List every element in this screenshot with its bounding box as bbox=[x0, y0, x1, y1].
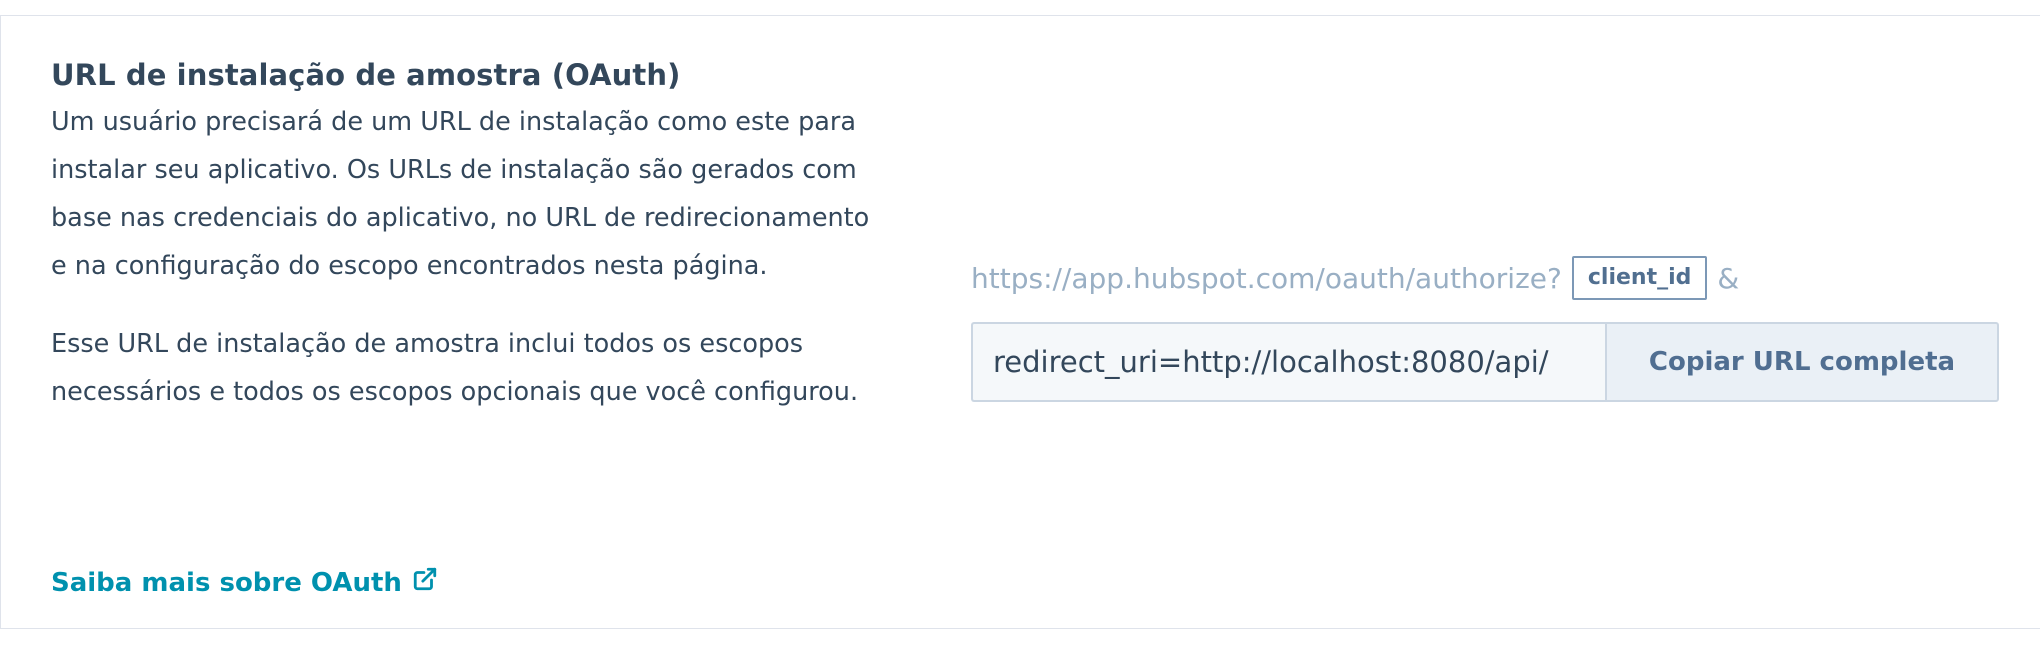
section-description-scopes: Esse URL de instalação de amostra inclui… bbox=[51, 329, 859, 407]
base-url-line: https://app.hubspot.com/oauth/authorize?… bbox=[971, 254, 1999, 302]
section-description: Um usuário precisará de um URL de instal… bbox=[51, 107, 870, 281]
base-url-text: https://app.hubspot.com/oauth/authorize? bbox=[971, 261, 1562, 295]
url-copy-group: Copiar URL completa bbox=[971, 322, 1999, 402]
client-id-tag: client_id bbox=[1571, 256, 1708, 300]
learn-more-oauth-link[interactable]: Saiba mais sobre OAuth bbox=[51, 566, 438, 599]
external-link-icon bbox=[412, 566, 438, 599]
info-column: URL de instalação de amostra (OAuth) Um … bbox=[51, 52, 881, 598]
copy-full-url-button[interactable]: Copiar URL completa bbox=[1605, 322, 1999, 402]
section-title: URL de instalação de amostra (OAuth) bbox=[51, 58, 681, 92]
redirect-uri-input[interactable] bbox=[971, 322, 1605, 402]
learn-more-label: Saiba mais sobre OAuth bbox=[51, 567, 402, 598]
url-column: https://app.hubspot.com/oauth/authorize?… bbox=[971, 254, 1999, 402]
install-url-panel: URL de instalação de amostra (OAuth) Um … bbox=[0, 15, 2040, 629]
param-separator: & bbox=[1717, 261, 1740, 295]
